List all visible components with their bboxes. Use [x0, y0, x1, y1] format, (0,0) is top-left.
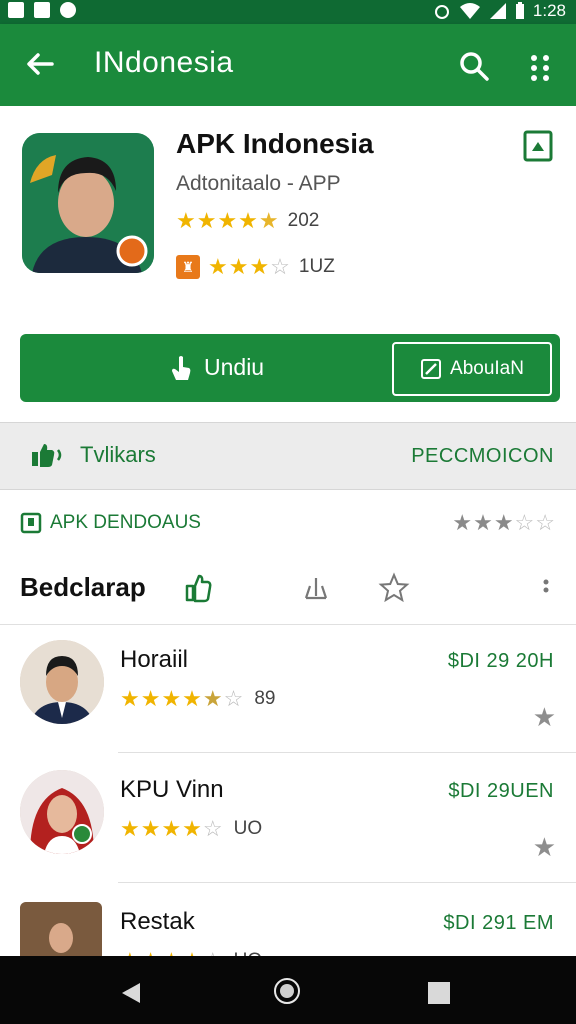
signal-icon — [489, 3, 506, 19]
install-button[interactable]: Undiu — [170, 354, 264, 381]
tab-peccmoicon[interactable]: PECCMOICON — [411, 445, 554, 468]
avatar — [20, 770, 104, 854]
gallery-icon — [8, 2, 24, 18]
rating-stars: ★★★★★☆ — [120, 686, 245, 711]
section-label: APK DENDOAUS — [20, 512, 201, 534]
app-bar-title: INdonesia — [94, 46, 234, 79]
avatar — [20, 902, 102, 956]
item-price: $DI 291 EM — [443, 912, 554, 934]
status-bar: 1:28 — [0, 0, 576, 24]
tab-bar: Tvlikars PECCMOICON — [0, 422, 576, 490]
item-name: KPU Vinn — [120, 776, 224, 803]
app-rating-primary: ★★★★★ 202 — [176, 208, 319, 234]
about-button[interactable]: AbouIaN — [392, 342, 552, 396]
edit-icon — [421, 359, 442, 379]
wifi-icon — [459, 3, 480, 19]
section-label-text: APK DENDOAUS — [50, 512, 201, 533]
about-label: AbouIaN — [450, 358, 524, 379]
category-badge-icon: ♜ — [176, 255, 200, 279]
rating-stars: ★★★☆ — [208, 254, 291, 279]
rating-count: 202 — [287, 210, 320, 231]
rating-count: UO — [233, 818, 263, 839]
item-rating: ★★★★★☆ 89 — [120, 686, 276, 712]
recents-icon[interactable] — [428, 982, 450, 1004]
app-rating-secondary: ♜ ★★★☆ 1UZ — [176, 254, 335, 280]
list-item[interactable]: Restak ★★★★☆ UO $DI 291 EM — [0, 890, 576, 956]
rating-stars: ★★★★★ — [176, 208, 280, 233]
tab-left-label: Tvlikars — [80, 442, 156, 467]
list-item[interactable]: Horaiil ★★★★★☆ 89 $DI 29 20H ★ — [0, 628, 576, 758]
app-developer[interactable]: Adtonitaalo - APP — [176, 172, 341, 196]
battery-icon — [515, 2, 524, 19]
star-icon[interactable]: ★ — [533, 832, 556, 863]
app-icon — [22, 133, 154, 273]
more-options-icon[interactable] — [524, 48, 556, 84]
star-outline-icon[interactable] — [378, 572, 410, 604]
tab-tvlikars[interactable]: Tvlikars — [30, 442, 156, 468]
item-rating: ★★★★☆ UO — [120, 816, 262, 842]
rating-stars: ★★★★☆ — [120, 948, 224, 956]
android-icon — [60, 2, 76, 18]
rating-count: 89 — [254, 688, 276, 709]
app-name: APK Indonesia — [176, 128, 374, 159]
overflow-menu-icon[interactable] — [538, 572, 554, 604]
rating-count: 1UZ — [298, 256, 335, 277]
search-icon[interactable] — [456, 48, 492, 84]
install-label: Undiu — [204, 354, 265, 380]
bookmark-icon — [20, 512, 42, 534]
share-icon[interactable] — [302, 572, 330, 604]
like-icon[interactable] — [184, 572, 214, 604]
back-icon[interactable] — [120, 982, 142, 1004]
system-nav-bar — [0, 956, 576, 1024]
item-price: $DI 29 20H — [447, 650, 554, 672]
section-divider — [0, 624, 576, 625]
list-divider — [118, 752, 576, 753]
section-rating-stars: ★★★☆☆ — [452, 510, 556, 535]
item-price: $DI 29UEN — [448, 780, 554, 802]
avatar — [20, 640, 104, 724]
status-time: 1:28 — [532, 1, 566, 20]
list-item[interactable]: KPU Vinn ★★★★☆ UO $DI 29UEN ★ — [0, 758, 576, 888]
document-icon — [34, 2, 50, 18]
bookmark-icon[interactable] — [522, 129, 554, 163]
status-right-icons: 1:28 — [433, 1, 566, 21]
item-name: Restak — [120, 908, 195, 935]
install-action-bar: Undiu AbouIaN — [20, 334, 560, 402]
item-name: Horaiil — [120, 646, 189, 673]
thumbs-up-icon — [32, 444, 62, 467]
section-title: Bedclarap — [20, 572, 146, 602]
home-icon[interactable] — [274, 978, 300, 1004]
rating-stars: ★★★★☆ — [120, 816, 224, 841]
back-arrow-icon[interactable] — [22, 46, 58, 82]
list-divider — [118, 882, 576, 883]
app-bar: INdonesia — [0, 24, 576, 106]
star-icon[interactable]: ★ — [533, 702, 556, 733]
item-rating: ★★★★☆ UO — [120, 948, 262, 956]
status-left-icons — [8, 2, 76, 18]
hand-pointer-icon — [172, 355, 191, 380]
alarm-icon — [434, 5, 449, 19]
